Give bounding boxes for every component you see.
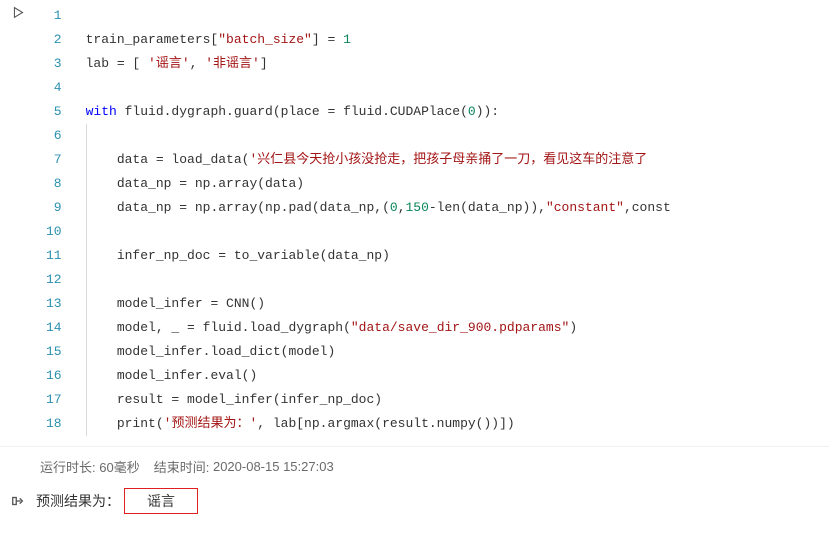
code-line[interactable]: model_infer.eval() — [86, 364, 829, 388]
code-line[interactable]: model_infer = CNN() — [86, 292, 829, 316]
line-number-gutter: 123456789101112131415161718 — [36, 4, 86, 436]
output-icon — [11, 495, 25, 511]
code-line[interactable]: infer_np_doc = to_variable(data_np) — [86, 244, 829, 268]
line-number: 14 — [46, 316, 62, 340]
code-content[interactable]: train_parameters["batch_size"] = 1lab = … — [86, 4, 829, 436]
code-line[interactable] — [86, 76, 829, 100]
line-number: 11 — [46, 244, 62, 268]
output-label: 预测结果为： — [36, 491, 120, 511]
line-number: 8 — [46, 172, 62, 196]
line-number: 10 — [46, 220, 62, 244]
code-line[interactable]: result = model_infer(infer_np_doc) — [86, 388, 829, 412]
line-number: 18 — [46, 412, 62, 436]
code-line[interactable] — [86, 268, 829, 292]
code-line[interactable]: model_infer.load_dict(model) — [86, 340, 829, 364]
run-icon[interactable] — [12, 8, 25, 23]
code-line[interactable]: lab = [ '谣言', '非谣言'] — [86, 52, 829, 76]
line-number: 1 — [46, 4, 62, 28]
code-line[interactable]: data_np = np.array(data) — [86, 172, 829, 196]
notebook-cell: 123456789101112131415161718 train_parame… — [0, 0, 829, 524]
code-line[interactable]: data = load_data('兴仁县今天抢小孩没抢走，把孩子母亲捅了一刀，… — [86, 148, 829, 172]
line-number: 2 — [46, 28, 62, 52]
code-line[interactable]: print('预测结果为：', lab[np.argmax(result.num… — [86, 412, 829, 436]
code-line[interactable]: data_np = np.array(np.pad(data_np,(0,150… — [86, 196, 829, 220]
line-number: 12 — [46, 268, 62, 292]
output-row: 预测结果为： 谣言 — [0, 484, 829, 524]
line-number: 3 — [46, 52, 62, 76]
line-number: 17 — [46, 388, 62, 412]
runtime-label: 运行时长: — [40, 457, 96, 476]
run-gutter — [0, 0, 36, 23]
output-value: 谣言 — [147, 493, 175, 509]
line-number: 7 — [46, 148, 62, 172]
endtime-value: 2020-08-15 15:27:03 — [213, 459, 334, 474]
runtime-value: 60毫秒 — [99, 457, 139, 476]
output-value-box: 谣言 — [124, 488, 198, 514]
line-number: 6 — [46, 124, 62, 148]
run-meta-bar: 运行时长: 60毫秒 结束时间: 2020-08-15 15:27:03 — [0, 447, 829, 484]
code-editor[interactable]: 123456789101112131415161718 train_parame… — [36, 0, 829, 446]
code-line[interactable] — [86, 4, 829, 28]
code-line[interactable]: with fluid.dygraph.guard(place = fluid.C… — [86, 100, 829, 124]
line-number: 5 — [46, 100, 62, 124]
code-line[interactable]: train_parameters["batch_size"] = 1 — [86, 28, 829, 52]
line-number: 4 — [46, 76, 62, 100]
code-line[interactable] — [86, 124, 829, 148]
line-number: 16 — [46, 364, 62, 388]
code-line[interactable] — [86, 220, 829, 244]
line-number: 15 — [46, 340, 62, 364]
line-number: 13 — [46, 292, 62, 316]
code-line[interactable]: model, _ = fluid.load_dygraph("data/save… — [86, 316, 829, 340]
line-number: 9 — [46, 196, 62, 220]
output-gutter — [0, 492, 36, 511]
endtime-label: 结束时间: — [154, 457, 210, 476]
code-cell: 123456789101112131415161718 train_parame… — [0, 0, 829, 447]
